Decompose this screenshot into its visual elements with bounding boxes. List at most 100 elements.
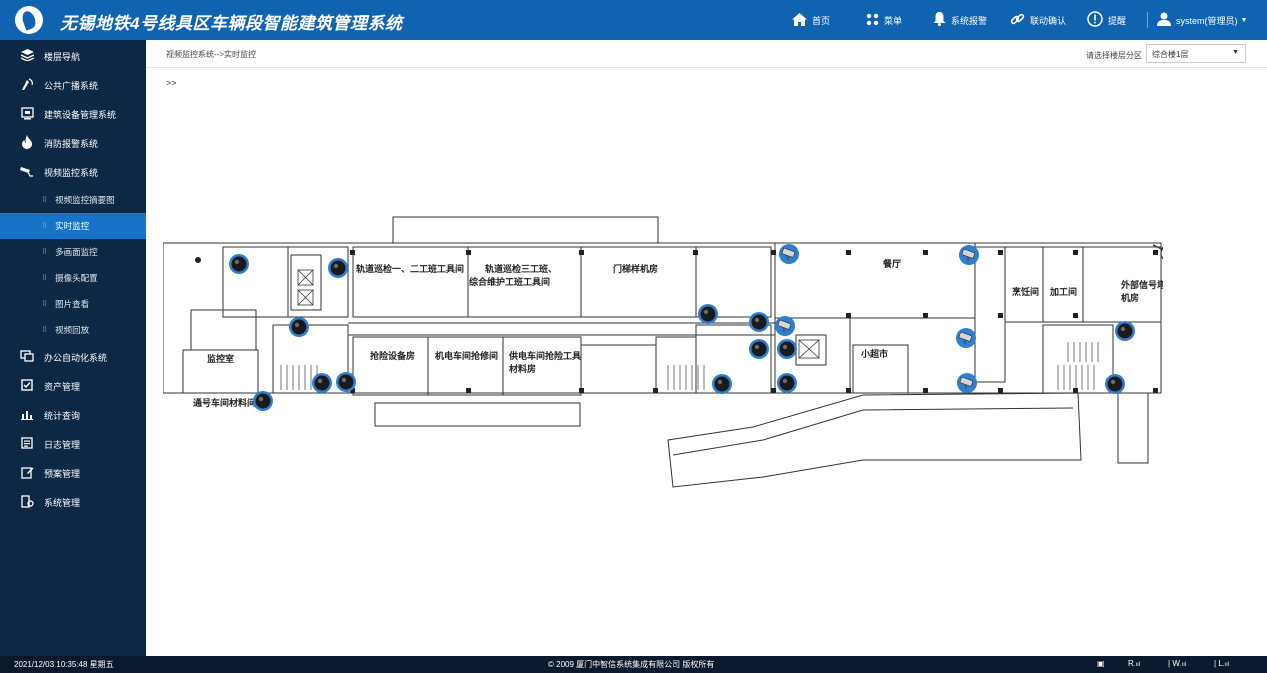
edit-icon (20, 466, 34, 482)
sidebar-subitem-label: 图片查看 (55, 299, 90, 309)
camera-dome-icon[interactable] (1115, 321, 1135, 341)
remind-nav[interactable]: 提醒 (1087, 0, 1126, 40)
floor-select-value: 综合楼1层 (1152, 50, 1189, 59)
bullet-icon: ⠿ (42, 197, 48, 204)
breadcrumb: 视频监控系统-->实时监控 (166, 50, 256, 59)
sidebar-item-label: 办公自动化系统 (44, 353, 108, 363)
camera-dome-icon[interactable] (328, 258, 348, 278)
main-content: 视频监控系统-->实时监控 请选择楼层分区 综合楼1层 ▼ >> 轨道巡检一、二… (146, 40, 1267, 656)
fire-icon (20, 135, 34, 152)
sidebar-item-label: 预案管理 (44, 469, 81, 479)
sidebar-item-building-device[interactable]: 建筑设备管理系统 (0, 100, 146, 129)
camera-dome-icon[interactable] (312, 373, 332, 393)
floor-plan: 轨道巡检一、二工班工具间 轨道巡检三工班、 综合维护工班工具间 门梯样机房 餐厅… (163, 216, 1163, 488)
log-icon (20, 437, 34, 452)
device-icon: ▣ (1097, 659, 1105, 668)
floor-select[interactable]: 综合楼1层 ▼ (1146, 44, 1246, 63)
room-label: 餐厅 (882, 258, 901, 270)
alarm-nav[interactable]: 系统报警 (933, 0, 987, 40)
user-label: system(管理员) (1176, 15, 1238, 26)
sidebar-subitem-realtime[interactable]: ⠿ 实时监控 (0, 213, 146, 239)
sidebar-item-label: 公共广播系统 (44, 81, 99, 91)
sidebar-subitem-playback[interactable]: ⠿ 视频回放 (0, 317, 146, 343)
camera-bullet-icon[interactable] (958, 244, 980, 266)
signal-l: | L.ııl (1214, 659, 1230, 668)
sidebar-item-statistics[interactable]: 统计查询 (0, 401, 146, 430)
camera-icon (20, 165, 34, 180)
sidebar-subitem-label: 多画面监控 (55, 247, 98, 257)
sidebar-item-plan[interactable]: 预案管理 (0, 459, 146, 488)
camera-bullet-icon[interactable] (955, 327, 977, 349)
room-label: 轨道巡检三工班、 (485, 263, 557, 275)
sidebar: 楼层导航 公共广播系统 建筑设备管理系统 消防报警系统 视频监控系统 ⠿ 视频监… (0, 40, 146, 656)
floor-select-label: 请选择楼层分区 (1086, 51, 1142, 60)
bullet-icon: ⠿ (42, 301, 48, 308)
sidebar-item-label: 资产管理 (44, 382, 81, 392)
camera-dome-icon[interactable] (253, 391, 273, 411)
broadcast-icon (20, 77, 34, 94)
sidebar-item-label: 统计查询 (44, 411, 81, 421)
room-label: 材料房 (508, 363, 536, 375)
exclamation-circle-icon (1087, 11, 1103, 29)
room-label: 机电车间抢修间 (435, 350, 498, 362)
camera-dome-icon[interactable] (749, 312, 769, 332)
sidebar-subitem-summary[interactable]: ⠿ 视频监控摘要图 (0, 187, 146, 213)
sidebar-item-log[interactable]: 日志管理 (0, 430, 146, 459)
sidebar-item-label: 日志管理 (44, 440, 81, 450)
room-label: 外部信号塔 (1120, 279, 1163, 291)
room-label: 通号车间材料间 (193, 397, 256, 409)
user-icon (1157, 12, 1171, 28)
header-divider (1147, 12, 1148, 28)
sidebar-item-system[interactable]: 系统管理 (0, 488, 146, 517)
room-label: 综合维护工班工具间 (469, 276, 550, 288)
room-label: 供电车间抢险工具 (508, 350, 581, 362)
user-menu[interactable]: system(管理员) ▼ (1157, 0, 1247, 40)
sidebar-subitem-multiview[interactable]: ⠿ 多画面监控 (0, 239, 146, 265)
sidebar-item-floor-nav[interactable]: 楼层导航 (0, 42, 146, 71)
camera-dome-icon[interactable] (289, 317, 309, 337)
sidebar-subitem-label: 摄像头配置 (55, 273, 98, 283)
sidebar-item-office[interactable]: 办公自动化系统 (0, 343, 146, 372)
camera-dome-icon[interactable] (777, 339, 797, 359)
room-label: 烹饪间 (1012, 286, 1039, 298)
bar-chart-icon (20, 408, 34, 423)
camera-bullet-icon[interactable] (956, 372, 978, 394)
link-confirm-nav[interactable]: 联动确认 (1010, 0, 1066, 40)
sidebar-item-fire-alarm[interactable]: 消防报警系统 (0, 129, 146, 158)
menu-nav[interactable]: 菜单 (866, 0, 902, 40)
camera-dome-icon[interactable] (229, 254, 249, 274)
sidebar-subitem-label: 视频监控摘要图 (55, 195, 115, 205)
bullet-icon: ⠿ (42, 275, 48, 282)
sidebar-subitem-camera-config[interactable]: ⠿ 摄像头配置 (0, 265, 146, 291)
camera-dome-icon[interactable] (749, 339, 769, 359)
camera-dome-icon[interactable] (336, 372, 356, 392)
room-label: 轨道巡检一、二工班工具间 (356, 263, 464, 275)
bullet-icon: ⠿ (42, 327, 48, 334)
room-label: 监控室 (207, 353, 234, 365)
camera-dome-icon[interactable] (698, 304, 718, 324)
app-title: 无锡地铁4号线具区车辆段智能建筑管理系统 (60, 14, 403, 33)
camera-bullet-icon[interactable] (778, 243, 800, 265)
bell-icon (933, 12, 946, 28)
bullet-icon: ⠿ (42, 249, 48, 256)
sidebar-subitem-image-view[interactable]: ⠿ 图片查看 (0, 291, 146, 317)
camera-dome-icon[interactable] (712, 374, 732, 394)
sidebar-item-asset[interactable]: 资产管理 (0, 372, 146, 401)
room-label: 小超市 (860, 348, 888, 360)
sidebar-item-video-monitor[interactable]: 视频监控系统 (0, 158, 146, 187)
camera-dome-icon[interactable] (777, 373, 797, 393)
caret-down-icon: ▼ (1232, 49, 1239, 56)
home-nav[interactable]: 首页 (792, 0, 830, 40)
settings-icon (20, 494, 34, 511)
collapse-toggle[interactable]: >> (166, 78, 177, 88)
room-label: 加工间 (1049, 286, 1077, 298)
bullet-icon: ⠿ (42, 223, 48, 230)
camera-bullet-icon[interactable] (774, 315, 796, 337)
sidebar-item-label: 楼层导航 (44, 52, 81, 62)
signal-r: R.ııl (1128, 659, 1141, 668)
link-confirm-label: 联动确认 (1030, 15, 1067, 26)
sidebar-item-label: 消防报警系统 (44, 139, 99, 149)
camera-dome-icon[interactable] (1105, 374, 1125, 394)
room-label: 抢险设备房 (370, 350, 415, 362)
sidebar-item-broadcast[interactable]: 公共广播系统 (0, 71, 146, 100)
